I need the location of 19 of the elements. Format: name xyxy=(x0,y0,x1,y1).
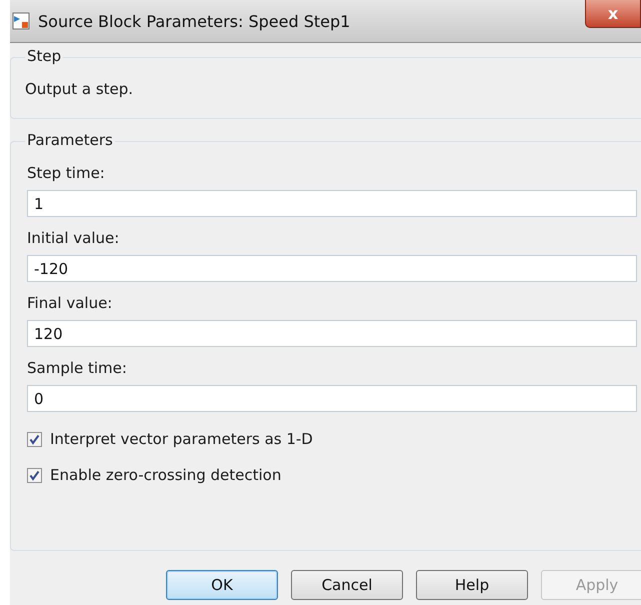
checkbox-label: Enable zero-crossing detection xyxy=(50,466,282,484)
input-field[interactable]: 120 xyxy=(27,320,637,347)
checkbox[interactable] xyxy=(27,468,42,482)
group-title: Step xyxy=(25,47,64,65)
window-title: Source Block Parameters: Speed Step1 xyxy=(38,12,350,30)
dialog-button[interactable]: OK xyxy=(166,570,278,600)
checkbox-label: Interpret vector parameters as 1-D xyxy=(50,430,313,448)
dialog-button[interactable]: Cancel xyxy=(291,570,403,600)
checkbox[interactable] xyxy=(27,432,42,446)
block-icon xyxy=(12,12,30,30)
field-label: Final value: xyxy=(27,294,114,312)
field-label: Sample time: xyxy=(27,359,128,377)
input-field[interactable]: 0 xyxy=(27,385,637,412)
field-label: Step time: xyxy=(27,164,106,182)
input-field[interactable]: 1 xyxy=(27,190,637,217)
dialog-button[interactable]: Help xyxy=(416,570,528,600)
input-field[interactable]: -120 xyxy=(27,255,637,282)
description-text: Output a step. xyxy=(24,79,134,98)
field-label: Initial value: xyxy=(27,229,120,247)
